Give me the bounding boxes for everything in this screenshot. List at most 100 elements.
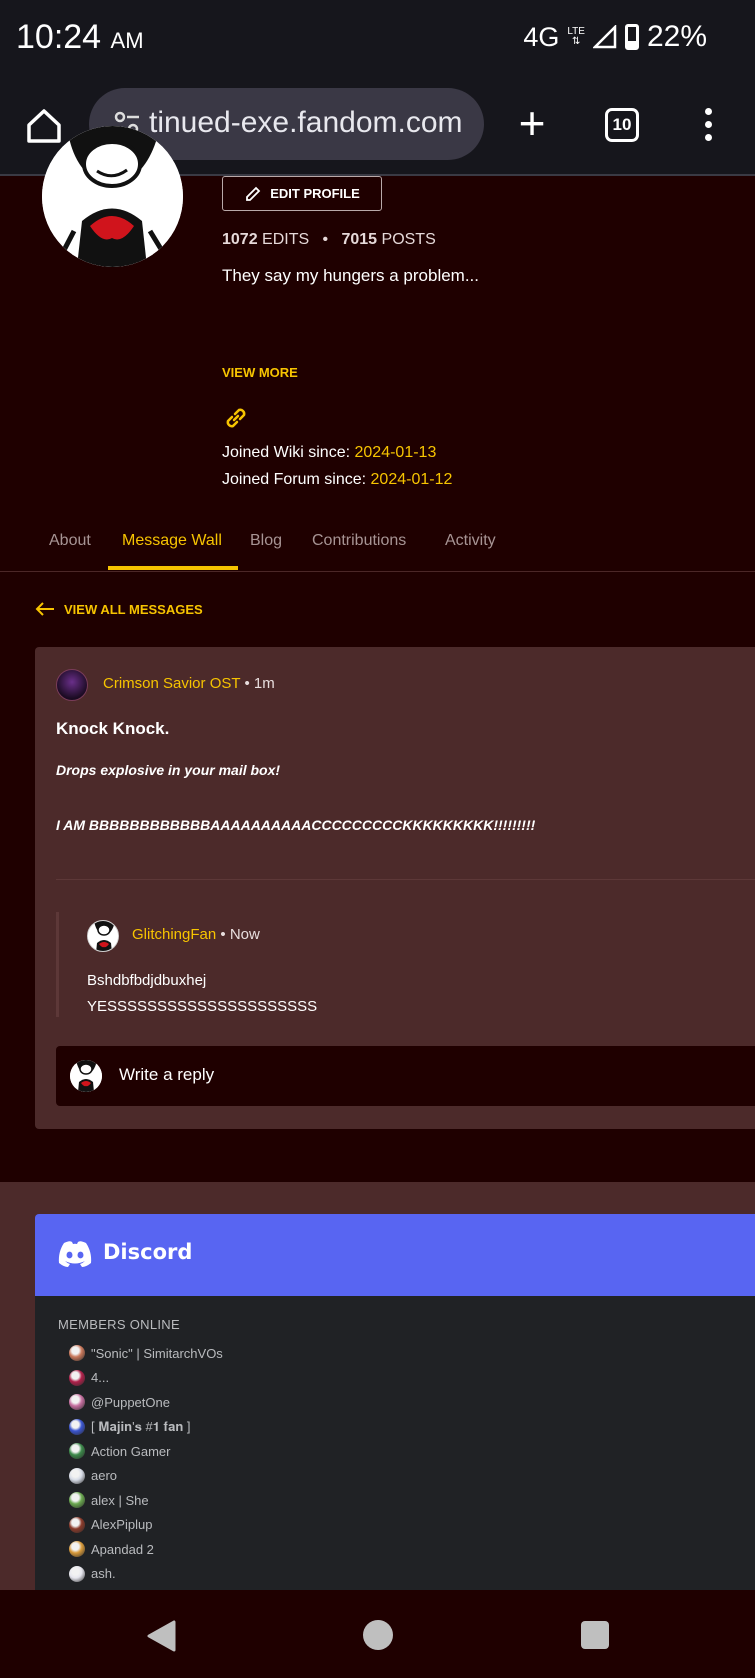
- message-author-name[interactable]: Crimson Savior OST: [103, 675, 240, 692]
- member-avatar-icon: [69, 1492, 85, 1508]
- members-online-label: MEMBERS ONLINE: [58, 1317, 180, 1332]
- tab-about[interactable]: About: [49, 532, 91, 550]
- discord-member[interactable]: Apandad 2: [69, 1541, 154, 1557]
- battery-percent: 22%: [646, 20, 707, 53]
- message-author-avatar[interactable]: [56, 669, 88, 701]
- stats-separator: •: [322, 231, 329, 248]
- profile-stats: 1072 EDITS • 7015 POSTS: [222, 231, 436, 249]
- system-nav-bar: [0, 1590, 755, 1678]
- message-time: 1m: [253, 675, 275, 692]
- lte-icon: LTE ⇅: [567, 26, 585, 47]
- discord-member[interactable]: ash.: [69, 1565, 116, 1582]
- discord-member[interactable]: [ 𝐌𝐚𝐣𝐢𝐧'𝐬 #𝟏 𝐟𝐚𝐧 ]: [69, 1418, 191, 1435]
- message-title: Knock Knock.: [56, 719, 170, 738]
- edit-profile-label: EDIT PROFILE: [270, 186, 360, 201]
- reply-author-avatar[interactable]: [87, 920, 119, 952]
- message-card: Crimson Savior OST • 1m Knock Knock. Dro…: [35, 647, 755, 1129]
- posts-count: 7015: [341, 231, 378, 248]
- member-avatar-icon: [69, 1467, 85, 1484]
- signal-icon: [592, 25, 617, 49]
- tab-message-wall[interactable]: Message Wall: [122, 532, 222, 550]
- active-tab-indicator: [108, 566, 238, 570]
- home-icon[interactable]: [24, 106, 64, 146]
- edit-profile-button[interactable]: EDIT PROFILE: [222, 176, 382, 211]
- member-avatar-icon: [69, 1565, 85, 1582]
- sidebar-section: Discord MEMBERS ONLINE "Sonic" | Simitar…: [0, 1182, 755, 1590]
- lte-label: LTE: [567, 26, 585, 37]
- clock: 10:24 AM: [16, 18, 144, 57]
- tab-blog[interactable]: Blog: [250, 532, 282, 550]
- divider: [56, 879, 755, 880]
- member-name: [ 𝐌𝐚𝐣𝐢𝐧'𝐬 #𝟏 𝐟𝐚𝐧 ]: [91, 1418, 191, 1434]
- clock-ampm: AM: [110, 28, 144, 53]
- view-all-messages-label: VIEW ALL MESSAGES: [64, 601, 203, 617]
- write-reply-input[interactable]: Write a reply: [56, 1046, 755, 1106]
- recents-icon[interactable]: [581, 1621, 609, 1649]
- profile-tabs: About Message Wall Blog Contributions Ac…: [0, 522, 755, 572]
- view-more-link[interactable]: VIEW MORE: [222, 365, 298, 380]
- posts-label: POSTS: [381, 231, 436, 248]
- message-line-1: Drops explosive in your mail box!: [56, 762, 281, 778]
- arrow-left-icon: [35, 602, 54, 616]
- tab-activity[interactable]: Activity: [445, 532, 496, 550]
- member-name: aero: [91, 1468, 118, 1483]
- reply-dot: •: [220, 926, 226, 943]
- status-icons: 4G LTE ⇅ 22%: [523, 20, 707, 54]
- link-icon[interactable]: [222, 404, 250, 432]
- member-avatar-icon: [69, 1345, 85, 1361]
- reply-author-name[interactable]: GlitchingFan: [132, 926, 216, 943]
- discord-member[interactable]: "Sonic" | SimitarchVOs: [69, 1345, 223, 1361]
- profile-bio: They say my hungers a problem...: [222, 266, 480, 285]
- more-menu-icon[interactable]: [705, 108, 715, 147]
- discord-member[interactable]: AlexPiplup: [69, 1516, 153, 1533]
- reply-line-1: Bshdbfbdjdbuxhej: [87, 972, 207, 989]
- edits-label: EDITS: [262, 231, 310, 248]
- clock-time: 10:24: [16, 18, 102, 56]
- pencil-icon: [246, 186, 261, 201]
- reply-item: GlitchingFan • Now Bshdbfbdjdbuxhej YESS…: [56, 912, 755, 1017]
- member-avatar-icon: [69, 1394, 85, 1410]
- message-meta: Crimson Savior OST • 1m: [103, 675, 275, 692]
- discord-member[interactable]: Action Gamer: [69, 1443, 170, 1459]
- member-avatar-icon: [69, 1418, 85, 1435]
- member-name: ash.: [91, 1566, 116, 1581]
- joined-wiki-label: Joined Wiki since:: [222, 444, 351, 461]
- edits-count: 1072: [222, 231, 258, 248]
- discord-member[interactable]: @PuppetOne: [69, 1394, 170, 1410]
- reply-line-2: YESSSSSSSSSSSSSSSSSSSSS: [87, 998, 318, 1015]
- home-nav-icon[interactable]: [363, 1620, 393, 1650]
- discord-member[interactable]: alex | She: [69, 1492, 149, 1508]
- joined-forum-label: Joined Forum since:: [222, 471, 367, 488]
- reply-time: Now: [229, 926, 260, 943]
- member-avatar-icon: [69, 1369, 85, 1386]
- view-all-messages-link[interactable]: VIEW ALL MESSAGES: [34, 600, 203, 618]
- discord-title: Discord: [103, 1240, 193, 1264]
- discord-member[interactable]: 4...: [69, 1369, 109, 1386]
- message-line-2: I AM BBBBBBBBBBBBAAAAAAAAAACCCCCCCCCKKKK…: [56, 817, 536, 833]
- member-name: @PuppetOne: [91, 1394, 170, 1410]
- url-text: tinued-exe.fandom.com: [149, 106, 463, 139]
- joined-forum: Joined Forum since: 2024-01-12: [222, 471, 452, 489]
- member-name: Action Gamer: [91, 1443, 171, 1459]
- tab-switcher-button[interactable]: 10: [605, 108, 639, 142]
- member-avatar-icon: [69, 1443, 85, 1459]
- discord-header[interactable]: Discord: [35, 1214, 755, 1296]
- reply-meta: GlitchingFan • Now: [132, 926, 260, 943]
- write-reply-placeholder: Write a reply: [119, 1065, 215, 1084]
- discord-logo-icon: [58, 1241, 92, 1267]
- joined-wiki-date: 2024-01-13: [354, 444, 437, 461]
- new-tab-icon[interactable]: +: [512, 100, 552, 150]
- current-user-avatar: [70, 1060, 102, 1092]
- tab-contributions[interactable]: Contributions: [312, 532, 406, 550]
- member-name: AlexPiplup: [91, 1517, 153, 1532]
- profile-avatar: [42, 126, 183, 267]
- member-name: "Sonic" | SimitarchVOs: [91, 1345, 223, 1361]
- member-name: alex | She: [91, 1492, 149, 1508]
- back-icon[interactable]: [146, 1620, 176, 1652]
- battery-icon: [624, 24, 639, 50]
- member-name: Apandad 2: [91, 1541, 154, 1557]
- discord-member[interactable]: aero: [69, 1467, 118, 1484]
- joined-wiki: Joined Wiki since: 2024-01-13: [222, 444, 436, 462]
- discord-members-panel: MEMBERS ONLINE "Sonic" | SimitarchVOs 4..…: [35, 1296, 755, 1590]
- member-avatar-icon: [69, 1516, 85, 1533]
